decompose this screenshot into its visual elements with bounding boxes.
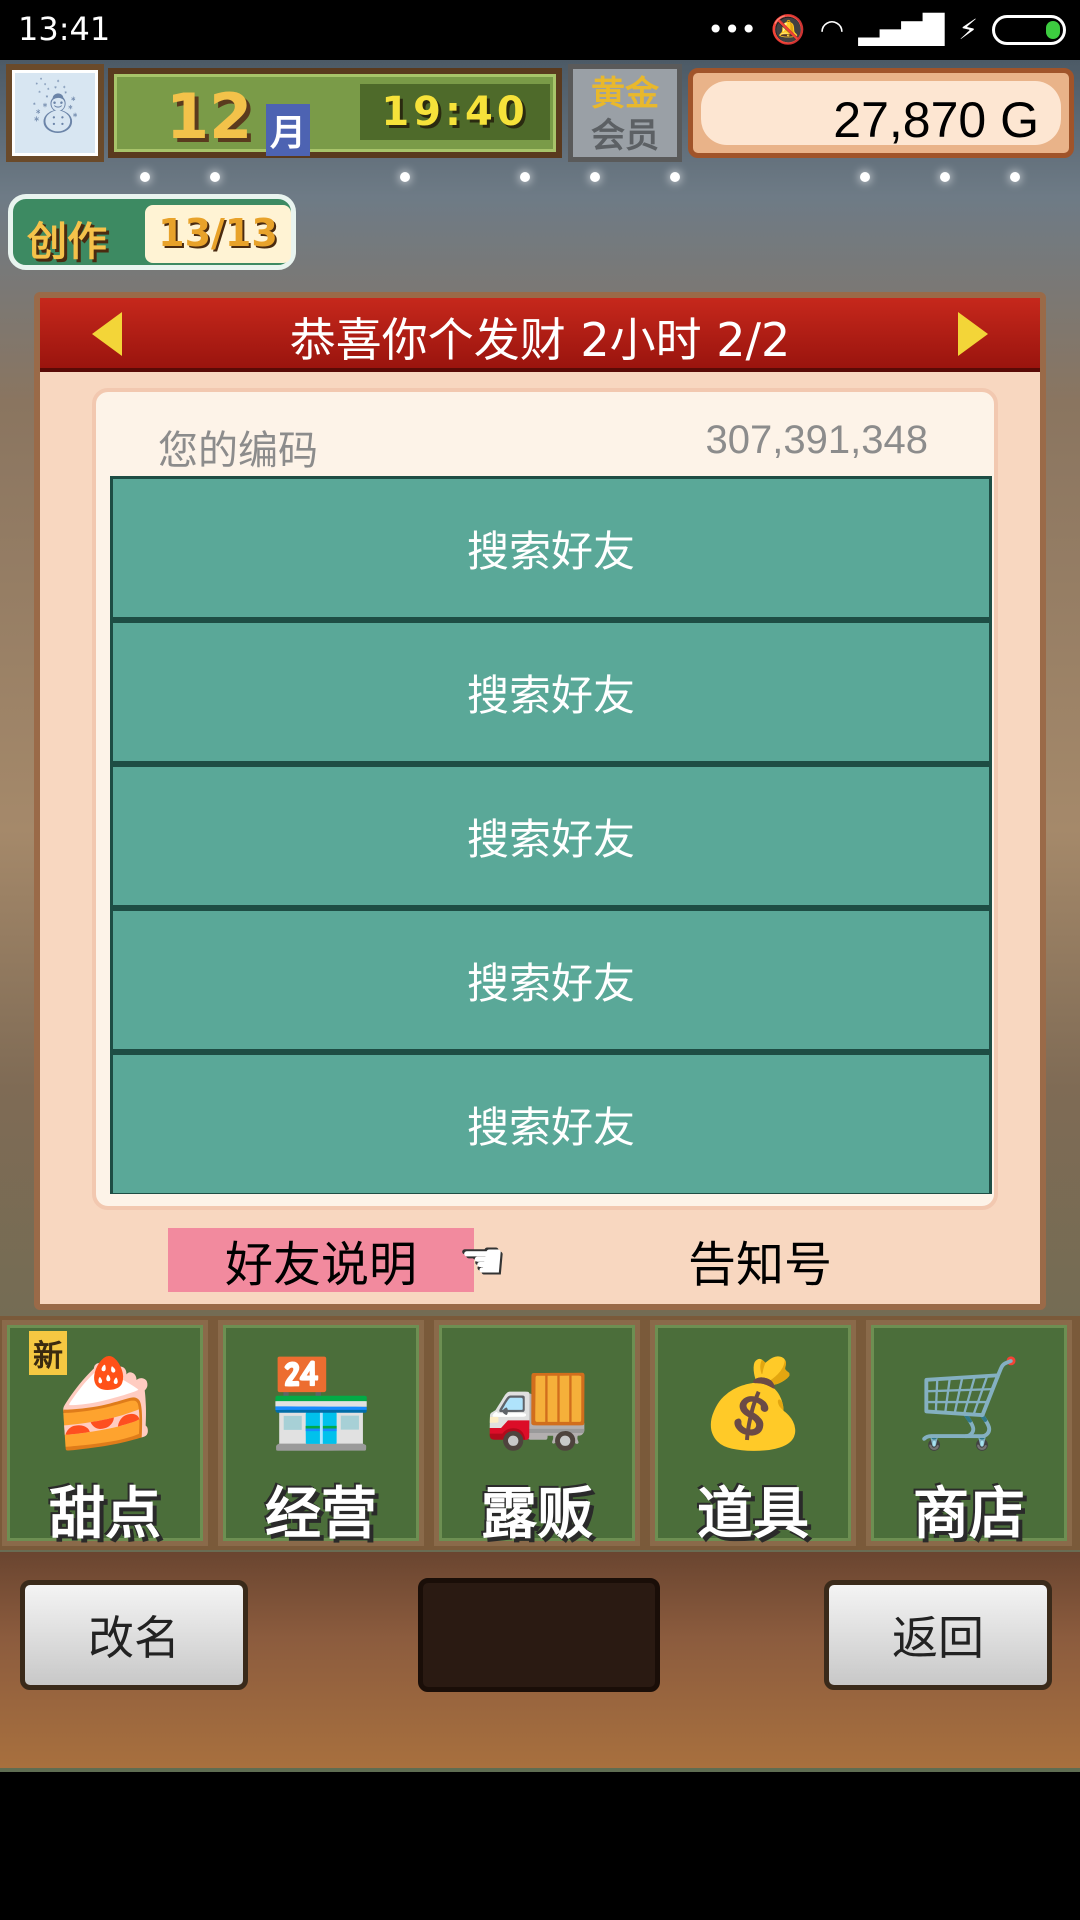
bottom-bar: 改名 返回 [0, 1552, 1080, 1768]
top-hud: ☃ 12 月 19:40 黄金 会员 27,870 G [0, 64, 1080, 164]
arrow-right-icon[interactable] [958, 312, 988, 356]
friend-list: 搜索好友 搜索好友 搜索好友 搜索好友 搜索好友 [110, 476, 992, 1194]
more-dots-icon: ••• [707, 13, 757, 46]
gold-amount: 27,870 G [833, 92, 1039, 148]
cake-icon: 🍰 [51, 1353, 159, 1454]
search-friend-button[interactable]: 搜索好友 [113, 623, 989, 761]
battery-icon [992, 15, 1066, 45]
pointing-hand-icon: ☚ [460, 1232, 505, 1290]
create-badge[interactable]: 创作 13/13 [8, 194, 296, 270]
friend-card: 您的编码 307,391,348 搜索好友 搜索好友 搜索好友 搜索好友 搜索好… [92, 388, 998, 1210]
gold-panel: 27,870 G [688, 68, 1074, 158]
food-truck-icon: 🚚 [483, 1353, 591, 1454]
game-clock: 19:40 [360, 84, 550, 140]
create-label: 创作 [27, 219, 107, 265]
vip-line2: 会员 [591, 116, 659, 156]
menu-stall[interactable]: 🚚 露贩 [434, 1320, 640, 1547]
menu-label: 商店 [913, 1482, 1025, 1547]
status-icons: ••• 🔕 ◠ ▂▄▆█ ⚡ [707, 12, 1066, 48]
month-label: 月 [266, 104, 311, 156]
menu-label: 露贩 [481, 1482, 593, 1547]
date-panel: 12 月 19:40 [108, 68, 562, 158]
search-friend-button[interactable]: 搜索好友 [113, 911, 989, 1049]
menu-label: 甜点 [49, 1482, 161, 1547]
friend-help-button[interactable]: 好友说明 [168, 1228, 474, 1293]
vip-badge[interactable]: 黄金 会员 [568, 64, 682, 162]
menu-dessert[interactable]: 新 🍰 甜点 [2, 1320, 208, 1547]
dialog-title: 恭喜你个发财 2小时 2/2 [289, 313, 791, 367]
bottom-letterbox [0, 1772, 1080, 1920]
signal-icon: ▂▄▆█ [858, 13, 945, 46]
shop-building-icon: 🏪 [267, 1353, 375, 1454]
search-friend-button[interactable]: 搜索好友 [113, 479, 989, 617]
menu-label: 经营 [265, 1482, 377, 1547]
menu-manage[interactable]: 🏪 经营 [218, 1320, 424, 1547]
player-avatar-icon[interactable]: ☃ [6, 64, 104, 162]
menu-store[interactable]: 🛒 商店 [866, 1320, 1072, 1547]
search-friend-button[interactable]: 搜索好友 [113, 1055, 989, 1193]
menu-items[interactable]: 💰 道具 [650, 1320, 856, 1547]
mute-bell-icon: 🔕 [770, 13, 806, 46]
charging-icon: ⚡ [958, 13, 978, 46]
create-count: 13/13 [145, 205, 291, 263]
shopping-cart-icon: 🛒 [915, 1353, 1023, 1454]
back-button[interactable]: 返回 [824, 1580, 1052, 1690]
main-menu: 新 🍰 甜点 🏪 经营 🚚 露贩 💰 道具 🛒 商店 [0, 1316, 1080, 1550]
center-slot [418, 1578, 660, 1692]
dialog-header: 恭喜你个发财 2小时 2/2 [40, 298, 1040, 372]
month-number: 12 [166, 80, 253, 153]
status-bar: 13:41 ••• 🔕 ◠ ▂▄▆█ ⚡ [0, 0, 1080, 60]
notice-number-button[interactable]: 告知号 [660, 1228, 860, 1293]
menu-label: 道具 [697, 1482, 809, 1547]
friend-dialog: 恭喜你个发财 2小时 2/2 您的编码 307,391,348 搜索好友 搜索好… [34, 292, 1046, 1310]
rename-button[interactable]: 改名 [20, 1580, 248, 1690]
status-time: 13:41 [18, 10, 111, 48]
vip-line1: 黄金 [591, 74, 659, 114]
code-label: 您的编码 [158, 428, 318, 474]
wifi-icon: ◠ [819, 13, 845, 46]
item-bag-icon: 💰 [699, 1353, 807, 1454]
code-value: 307,391,348 [705, 418, 928, 462]
search-friend-button[interactable]: 搜索好友 [113, 767, 989, 905]
